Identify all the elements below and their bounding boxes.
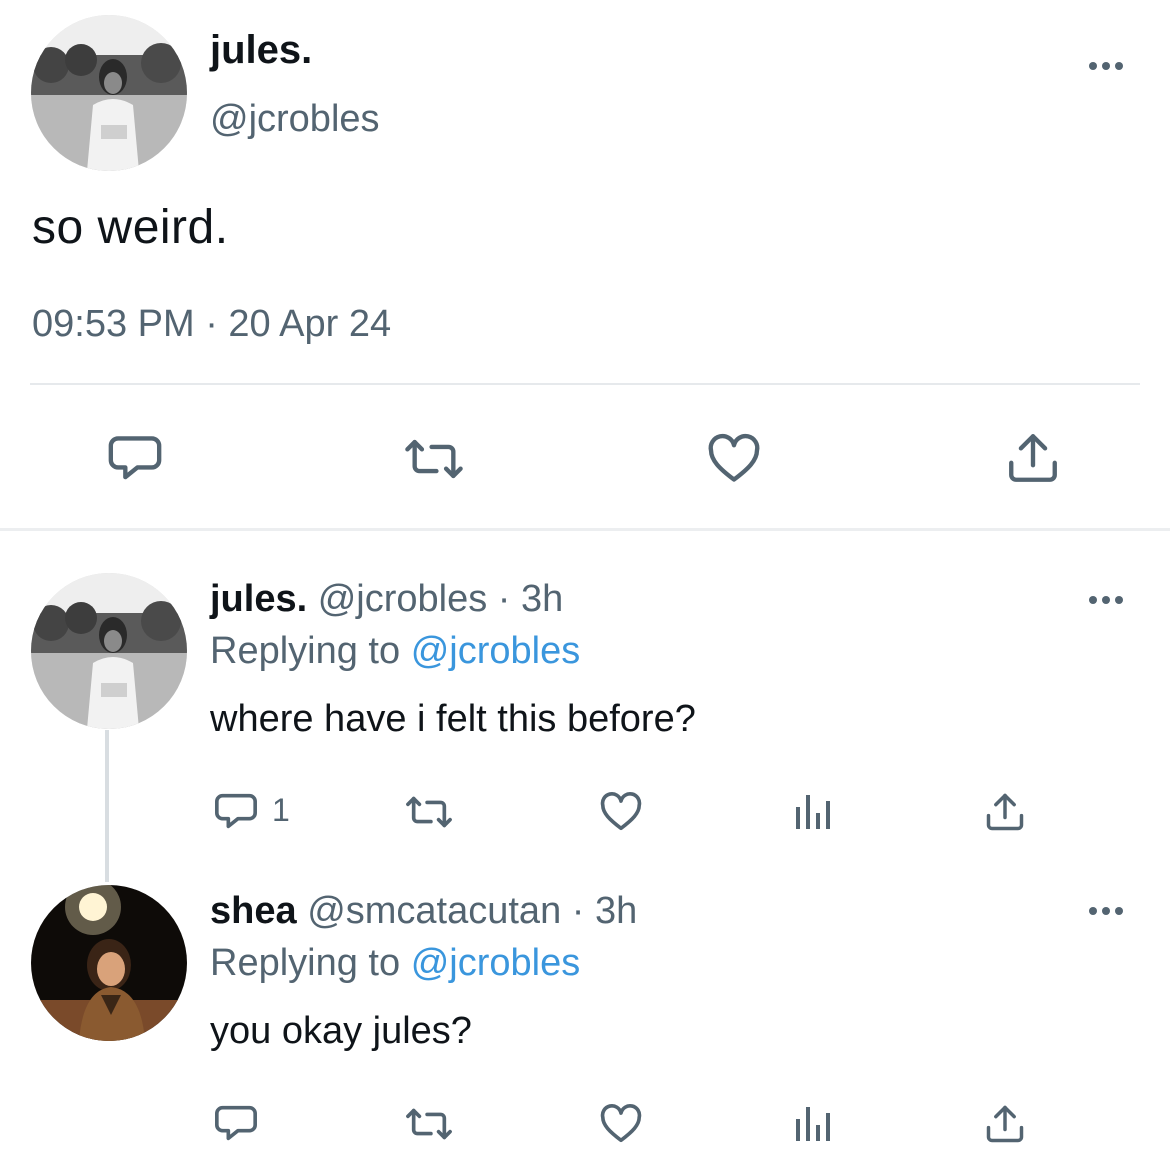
avatar[interactable] <box>31 885 187 1041</box>
mention-link[interactable]: @jcrobles <box>411 630 581 672</box>
reply-text: where have i felt this before? <box>210 698 696 740</box>
like-icon[interactable] <box>598 789 644 835</box>
like-icon[interactable] <box>705 430 763 488</box>
replying-to: Replying to @jcrobles <box>210 942 580 985</box>
user-handle[interactable]: @jcrobles <box>210 98 380 141</box>
more-options-icon[interactable] <box>1089 596 1123 604</box>
reply-header: shea @smcatacutan · 3h <box>210 890 637 933</box>
analytics-icon[interactable] <box>794 1101 834 1145</box>
retweet-icon[interactable] <box>401 1101 457 1147</box>
retweet-icon[interactable] <box>401 430 467 488</box>
share-icon[interactable] <box>983 789 1027 835</box>
reply-meta: @jcrobles · 3h <box>317 578 564 620</box>
section-divider <box>0 528 1170 531</box>
reply-icon[interactable] <box>213 1101 259 1147</box>
more-options-icon[interactable] <box>1089 907 1123 915</box>
reply-text: you okay jules? <box>210 1010 472 1052</box>
avatar[interactable] <box>31 573 187 729</box>
like-icon[interactable] <box>598 1101 644 1147</box>
analytics-icon[interactable] <box>794 789 834 833</box>
reply-meta: @smcatacutan · 3h <box>307 890 638 932</box>
display-name[interactable]: jules. <box>210 28 312 73</box>
tweet-timestamp[interactable]: 09:53 PM · 20 Apr 24 <box>32 303 391 346</box>
mention-link[interactable]: @jcrobles <box>411 942 581 984</box>
reply-header: jules. @jcrobles · 3h <box>210 578 563 621</box>
share-icon[interactable] <box>1004 428 1062 488</box>
share-icon[interactable] <box>983 1101 1027 1147</box>
thread-line <box>105 730 109 882</box>
avatar[interactable] <box>31 15 187 171</box>
reply-icon[interactable] <box>213 789 259 835</box>
retweet-icon[interactable] <box>401 789 457 835</box>
replying-to-label: Replying to <box>210 942 401 984</box>
display-name[interactable]: shea <box>210 890 297 932</box>
reply-count: 1 <box>272 792 290 828</box>
reply-icon[interactable] <box>106 430 164 488</box>
replying-to-label: Replying to <box>210 630 401 672</box>
divider <box>30 383 1140 385</box>
more-options-icon[interactable] <box>1089 62 1123 70</box>
replying-to: Replying to @jcrobles <box>210 630 580 673</box>
tweet-text: so weird. <box>32 201 229 254</box>
display-name[interactable]: jules. <box>210 578 307 620</box>
